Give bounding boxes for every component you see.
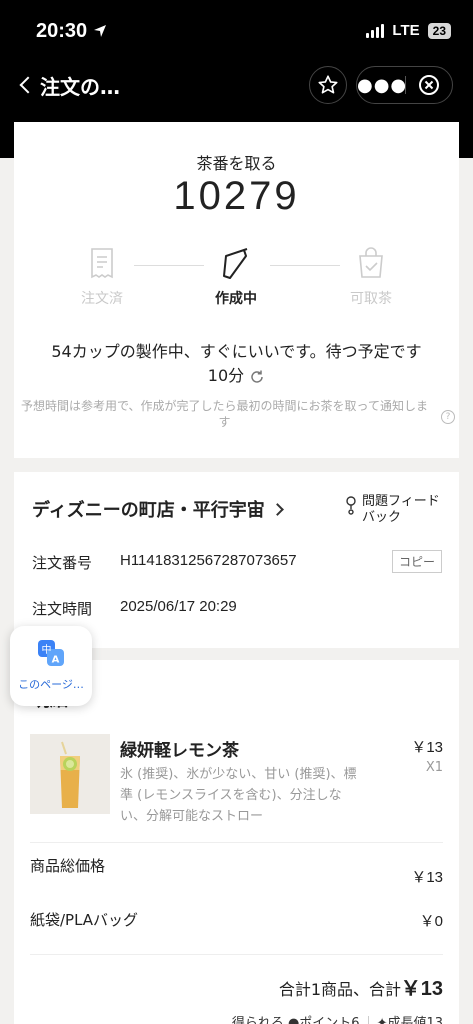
bag-label: 紙袋/PLAバッグ [30, 911, 139, 929]
battery-icon: 23 [427, 22, 451, 39]
time-text: 20:30 [36, 20, 88, 42]
network-type: LTE [392, 22, 420, 39]
step-label: 可取茶 [350, 291, 392, 307]
translate-page-button[interactable]: 中 A このページ… [10, 626, 92, 706]
subtotal-label: 商品総価格 [30, 857, 106, 875]
cellular-signal-icon [366, 23, 385, 38]
estimate-hint: 予想時間は参考用で、作成が完了したら最初の時間にお茶を取って通知します [21, 399, 428, 429]
store-link[interactable]: ディズニーの町店・平行宇宙 [32, 496, 284, 522]
favorite-button[interactable] [309, 66, 347, 104]
product-options: 氷 (推奨)、氷が少ない、甘い (推奨)、標準 (レモンスライスを含む)、分注し… [120, 767, 357, 824]
translate-icon: 中 A [38, 640, 64, 666]
step-making: 作成中 [196, 246, 276, 308]
status-time: 20:30 [36, 20, 107, 43]
total-summary: 合計1商品、合計 [278, 980, 401, 999]
nav-title: 注文の… [40, 74, 120, 99]
step-label: 注文済 [81, 291, 123, 307]
copy-button[interactable]: コピー [392, 550, 443, 573]
wait-minutes: 10分 [207, 366, 245, 385]
order-number-label: 注文番号 [32, 554, 93, 572]
translate-label: このページ… [18, 678, 84, 691]
step-ordered: 注文済 [62, 246, 142, 308]
product-price: ￥13 [411, 739, 443, 756]
order-details-card: 明細 緑妍軽レモン茶 ￥13 X1 氷 (推奨)、氷が少ない、甘い (推奨)、標… [14, 660, 459, 1024]
svg-text:中: 中 [42, 643, 52, 656]
close-circle-icon [418, 75, 439, 95]
chevron-left-icon [19, 76, 37, 94]
product-quantity: X1 [425, 760, 443, 775]
store-name: ディズニーの町店・平行宇宙 [32, 500, 265, 521]
step-label: 作成中 [215, 291, 257, 307]
order-time-label: 注文時間 [32, 600, 93, 618]
product-name: 緑妍軽レモン茶 [120, 741, 239, 761]
wait-message: 54カップの製作中、すぐにいいです。待つ予定です 10分 [24, 340, 449, 388]
points-text: 得られる ●ポイント6 [231, 1016, 360, 1024]
header-edge-left [0, 122, 14, 158]
pickup-status-card: 茶番を取る 10279 注文済 作成中 可取茶 54カップの製作中、すぐにいいで… [14, 122, 459, 458]
status-bar: 20:30 LTE 23 [0, 0, 473, 62]
order-info-card: ディズニーの町店・平行宇宙 問題フィードバック 注文番号 H1141831256… [14, 472, 459, 648]
wait-message-text: 54カップの製作中、すぐにいいです。待つ予定です [51, 342, 422, 361]
svg-text:A: A [52, 655, 60, 666]
star-icon [318, 75, 338, 94]
divider [30, 842, 443, 843]
rewards-divider [367, 1015, 369, 1024]
bag-value: ￥0 [419, 913, 443, 930]
bag-check-icon [359, 247, 383, 278]
capsule-menu: ●●● [356, 66, 453, 104]
feedback-label: 問題フィードバック [362, 494, 440, 525]
location-arrow-icon [93, 25, 106, 37]
more-icon[interactable]: ●●● [357, 75, 406, 96]
product-image [30, 734, 110, 814]
growth-text: ✦成長値13 [376, 1016, 443, 1024]
subtotal-value: ￥13 [411, 869, 443, 886]
total-value: ￥13 [400, 978, 443, 1000]
close-mini-program-button[interactable] [406, 74, 452, 96]
question-icon[interactable]: ? [441, 410, 455, 424]
progress-line [270, 265, 340, 266]
back-button[interactable]: 注文の… [14, 70, 120, 100]
shaker-icon [223, 248, 248, 279]
pickup-label: 茶番を取る [196, 154, 277, 173]
receipt-icon [91, 248, 113, 279]
divider [30, 954, 443, 955]
feedback-button[interactable]: 問題フィードバック [344, 494, 442, 526]
pickup-number: 10279 [173, 174, 300, 218]
chevron-right-icon [270, 502, 284, 516]
feedback-icon [346, 496, 356, 515]
header-edge-right [459, 122, 473, 158]
order-number-value: H1141831256728707​3657 [120, 552, 297, 569]
order-time-value: 2025/06/17 20:29 [120, 598, 237, 615]
progress-line [134, 265, 204, 266]
rewards-row: 得られる ●ポイント6 ✦成長値13 [232, 1012, 443, 1024]
lemon-tea-image [30, 734, 110, 814]
refresh-icon[interactable] [249, 369, 265, 385]
step-ready: 可取茶 [331, 246, 411, 308]
nav-bar: 注文の… ●●● [0, 62, 473, 122]
